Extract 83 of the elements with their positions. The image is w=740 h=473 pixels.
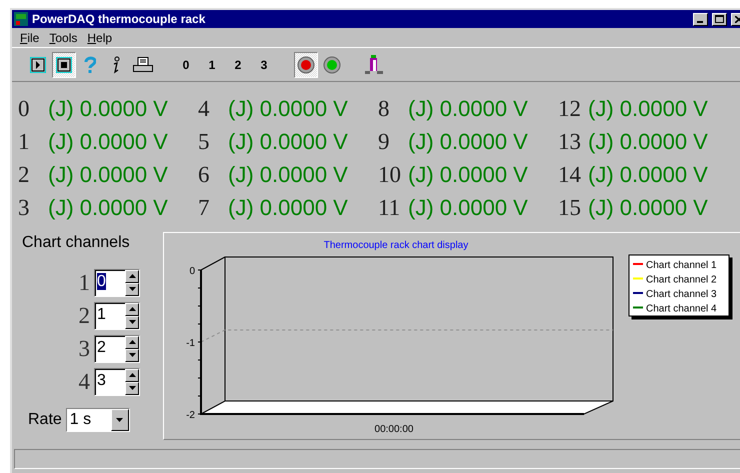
channel-number: 5	[198, 128, 210, 154]
channel-number: 0	[18, 96, 30, 122]
down-arrow-icon	[128, 287, 136, 291]
channel-number: 13	[558, 128, 582, 154]
info-icon	[111, 56, 121, 74]
channel-reading: (J) 0.0000 V	[48, 194, 168, 220]
channel-button[interactable]: 0	[174, 52, 198, 78]
legend-label: Chart channel 2	[646, 274, 717, 286]
maximize-icon	[715, 15, 724, 23]
channel-spinner[interactable]: 2	[94, 334, 140, 362]
up-arrow-icon	[128, 307, 136, 311]
play-icon	[30, 56, 46, 72]
spinner-label: 3	[78, 336, 90, 362]
channel-reading: (J) 0.0000 V	[48, 162, 168, 188]
channel-number: 12	[558, 96, 582, 122]
channel-spinner[interactable]: 0	[94, 268, 140, 296]
menu-item[interactable]: Tools	[49, 30, 78, 44]
rate-dropdown[interactable]: 1 s	[66, 408, 130, 432]
channel-number: 7	[198, 194, 210, 220]
y-tick-label: 0	[189, 266, 195, 277]
printer-icon	[133, 56, 153, 72]
channel-reading: (J) 0.0000 V	[228, 96, 348, 122]
menu-item[interactable]: Help	[87, 30, 112, 44]
up-arrow-icon	[128, 340, 136, 344]
led-icon	[323, 56, 341, 74]
channel-number: 9	[378, 128, 390, 154]
down-arrow-icon	[116, 418, 124, 422]
up-arrow-icon	[128, 373, 136, 377]
channel-reading: (J) 0.0000 V	[588, 96, 708, 122]
channel-number: 6	[198, 162, 210, 188]
channel-reading: (J) 0.0000 V	[48, 128, 168, 154]
channel-number: 3	[18, 194, 30, 220]
help-icon	[84, 56, 96, 74]
led-icon	[297, 56, 315, 74]
channel-button[interactable]: 2	[226, 52, 250, 78]
channel-number: 8	[378, 96, 390, 122]
y-tick-label: -1	[186, 338, 195, 349]
channel-spinner[interactable]: 1	[94, 302, 140, 330]
legend-label: Chart channel 4	[646, 304, 717, 314]
legend-label: Chart channel 1	[646, 260, 717, 271]
spinner-label: 2	[78, 302, 90, 328]
meter-icon	[365, 54, 383, 74]
channel-reading: (J) 0.0000 V	[228, 162, 348, 188]
stop-button[interactable]	[52, 52, 76, 78]
channel-number: 10	[378, 162, 402, 188]
stop-icon	[56, 56, 72, 72]
down-arrow-icon	[128, 386, 136, 390]
channel-reading: (J) 0.0000 V	[408, 128, 528, 154]
channel-reading: (J) 0.0000 V	[408, 162, 528, 188]
channel-spinner[interactable]: 3	[94, 368, 140, 396]
y-tick-label: -2	[186, 410, 195, 421]
channel-reading: (J) 0.0000 V	[588, 162, 708, 188]
channel-number: 1	[18, 128, 30, 154]
channel-button[interactable]: 1	[200, 52, 224, 78]
menu-item[interactable]: File	[20, 30, 40, 44]
channel-number: 11	[378, 194, 402, 220]
channel-reading: (J) 0.0000 V	[228, 128, 348, 154]
channel-reading: (J) 0.0000 V	[48, 96, 168, 122]
window-title: PowerDAQ thermocouple rack	[32, 12, 206, 26]
channel-reading: (J) 0.0000 V	[588, 128, 708, 154]
spinner-label: 4	[78, 368, 90, 394]
channel-number: 4	[198, 96, 210, 122]
channel-button[interactable]: 3	[252, 52, 276, 78]
channel-reading: (J) 0.0000 V	[408, 194, 528, 220]
chart-title: Thermocouple rack chart display	[324, 240, 468, 251]
maximize-button[interactable]	[712, 12, 727, 26]
channel-reading: (J) 0.0000 V	[588, 194, 708, 220]
led-button[interactable]	[294, 52, 318, 78]
chart-channels-label: Chart channels	[21, 234, 131, 252]
rate-label: Rate	[28, 411, 62, 429]
down-arrow-icon	[128, 353, 136, 357]
app-icon	[14, 12, 28, 26]
down-arrow-icon	[128, 320, 136, 324]
channel-reading: (J) 0.0000 V	[228, 194, 348, 220]
channel-number: 2	[18, 162, 30, 188]
spinner-label: 1	[78, 270, 90, 296]
channel-number: 15	[558, 194, 582, 220]
channel-reading: (J) 0.0000 V	[408, 96, 528, 122]
up-arrow-icon	[128, 274, 136, 278]
legend-label: Chart channel 3	[646, 289, 717, 300]
channel-number: 14	[558, 162, 582, 188]
x-tick-label: 00:00:00	[374, 424, 414, 435]
minimize-button[interactable]	[693, 12, 708, 26]
